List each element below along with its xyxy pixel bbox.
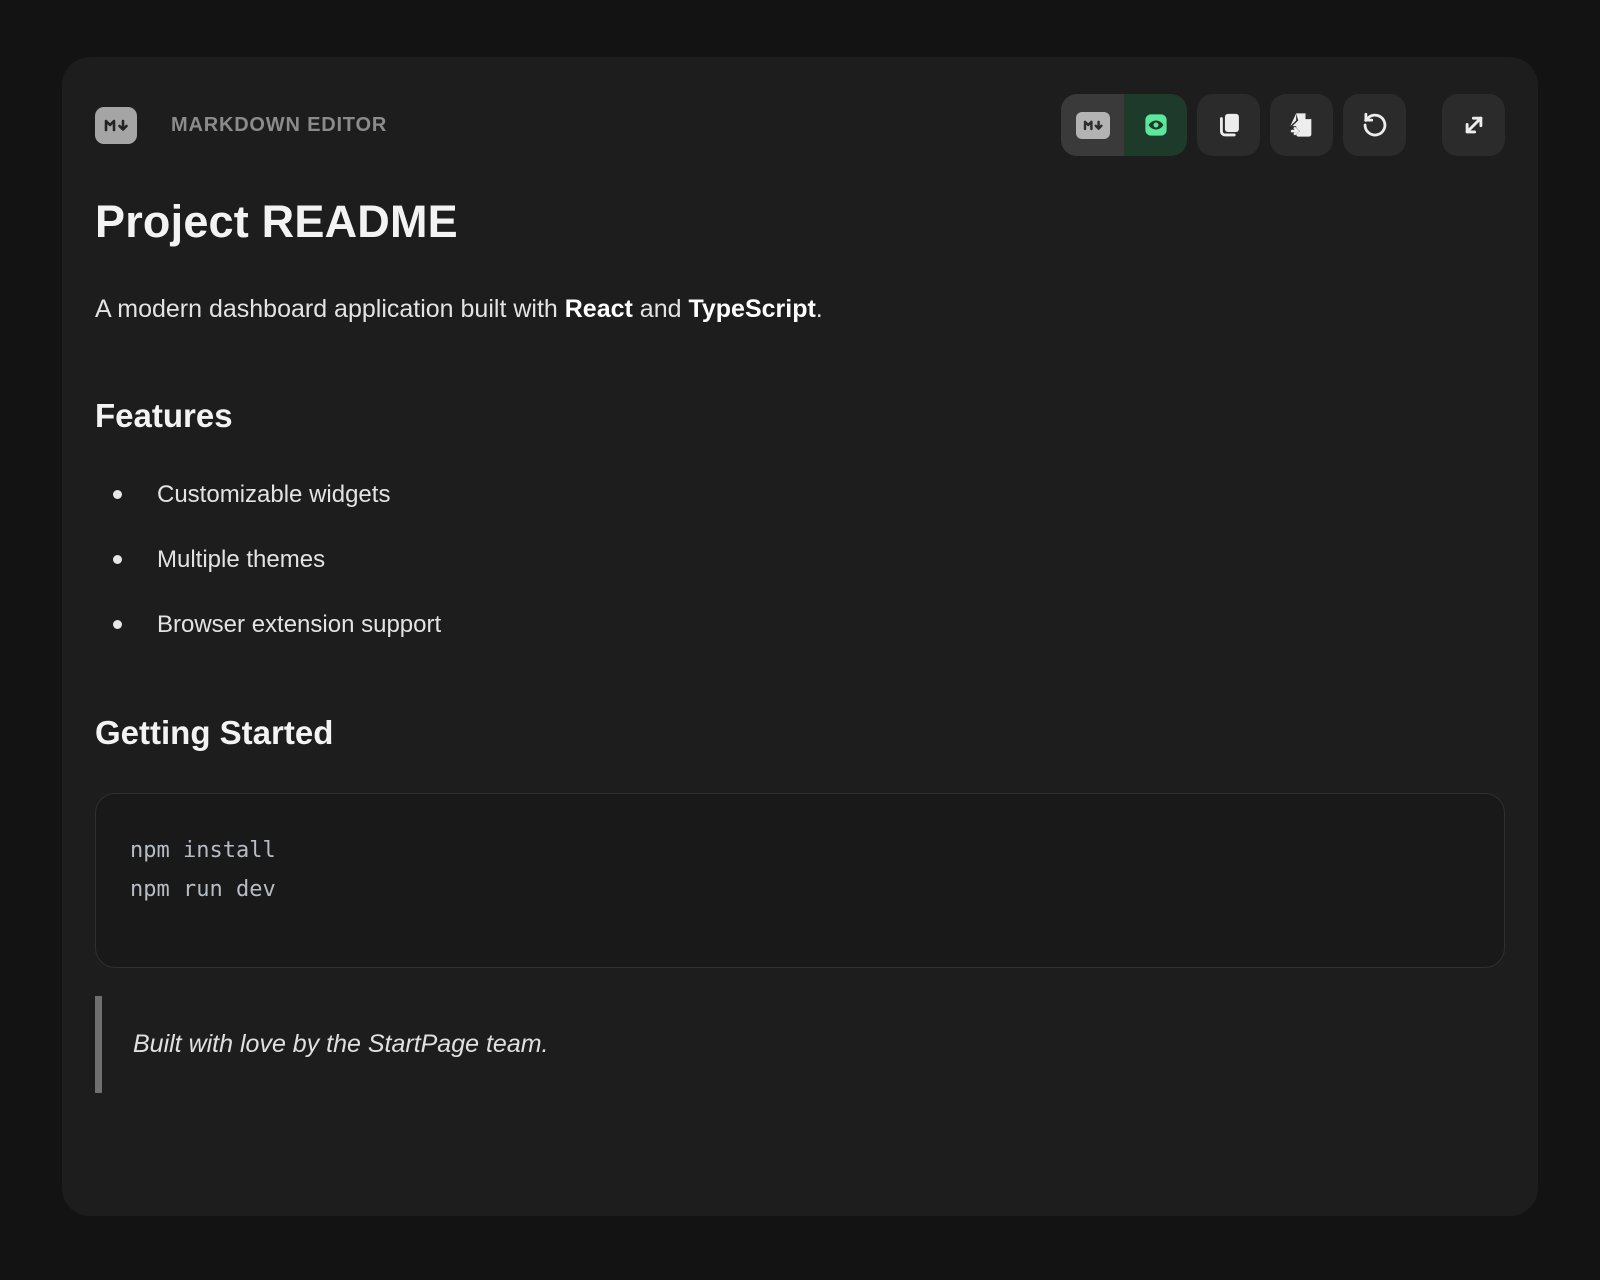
quote-text: Built with love by the StartPage team.: [133, 1030, 549, 1058]
features-heading: Features: [95, 397, 1505, 435]
editor-toolbar: [1061, 94, 1505, 156]
markdown-icon: [1076, 112, 1110, 139]
editor-brand: MARKDOWN EDITOR: [95, 107, 387, 144]
markdown-logo-icon: [95, 107, 137, 144]
eye-preview-icon: [1141, 110, 1171, 140]
blockquote: Built with love by the StartPage team.: [95, 996, 1505, 1093]
list-item: Browser extension support: [95, 609, 1505, 641]
intro-text: A modern dashboard application built wit…: [95, 295, 565, 323]
getting-started-heading: Getting Started: [95, 714, 1505, 752]
export-button[interactable]: [1270, 94, 1333, 156]
list-item: Customizable widgets: [95, 479, 1505, 511]
intro-bold-react: React: [565, 295, 633, 323]
intro-text: .: [816, 295, 823, 323]
editor-header: MARKDOWN EDITOR: [95, 94, 1505, 156]
expand-icon: [1459, 110, 1489, 140]
code-content: npm install npm run dev: [130, 831, 1470, 909]
doc-title: Project README: [95, 196, 1505, 248]
code-block: npm install npm run dev: [95, 793, 1505, 968]
list-item: Multiple themes: [95, 544, 1505, 576]
copy-button[interactable]: [1197, 94, 1260, 156]
preview-mode-button[interactable]: [1124, 94, 1187, 156]
features-list: Customizable widgets Multiple themes Bro…: [95, 479, 1505, 641]
markdown-editor-card: MARKDOWN EDITOR: [62, 57, 1538, 1216]
copy-icon: [1215, 111, 1243, 139]
export-file-icon: [1288, 111, 1316, 139]
mode-toggle: [1061, 94, 1187, 156]
refresh-button[interactable]: [1343, 94, 1406, 156]
expand-button[interactable]: [1442, 94, 1505, 156]
intro-bold-typescript: TypeScript: [688, 295, 815, 323]
markdown-preview: Project README A modern dashboard applic…: [95, 196, 1505, 1093]
intro-text: and: [633, 295, 689, 323]
markdown-mode-button[interactable]: [1061, 94, 1124, 156]
editor-title: MARKDOWN EDITOR: [171, 114, 387, 137]
doc-intro: A modern dashboard application built wit…: [95, 295, 1505, 324]
refresh-icon: [1361, 111, 1389, 139]
